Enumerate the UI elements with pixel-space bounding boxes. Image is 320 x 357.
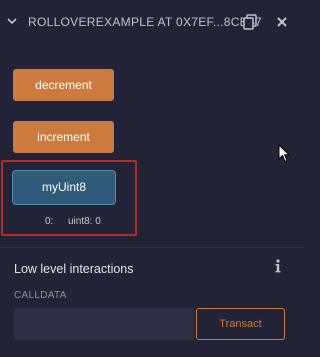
calldata-label: CALLDATA	[14, 290, 67, 301]
decrement-button[interactable]: decrement	[13, 69, 114, 101]
contract-title: ROLLOVEREXAMPLE AT 0X7EF...8CB47	[28, 15, 262, 29]
copy-icon[interactable]	[242, 14, 258, 30]
close-icon[interactable]	[275, 15, 289, 29]
result-index: 0:	[45, 216, 54, 227]
info-icon[interactable]	[274, 259, 282, 273]
result-value: uint8: 0	[68, 216, 101, 227]
section-divider	[0, 247, 305, 248]
increment-button[interactable]: increment	[13, 121, 114, 153]
mouse-cursor-icon	[278, 144, 290, 163]
deployed-contract-panel: ROLLOVEREXAMPLE AT 0X7EF...8CB47 decreme…	[0, 0, 305, 357]
contract-header[interactable]: ROLLOVEREXAMPLE AT 0X7EF...8CB47	[0, 0, 305, 44]
chevron-down-icon[interactable]	[5, 14, 19, 28]
calldata-input[interactable]	[14, 308, 194, 340]
low-level-interactions-title: Low level interactions	[14, 262, 134, 276]
myuint8-button[interactable]: myUint8	[12, 170, 116, 205]
transact-button[interactable]: Transact	[196, 308, 285, 340]
